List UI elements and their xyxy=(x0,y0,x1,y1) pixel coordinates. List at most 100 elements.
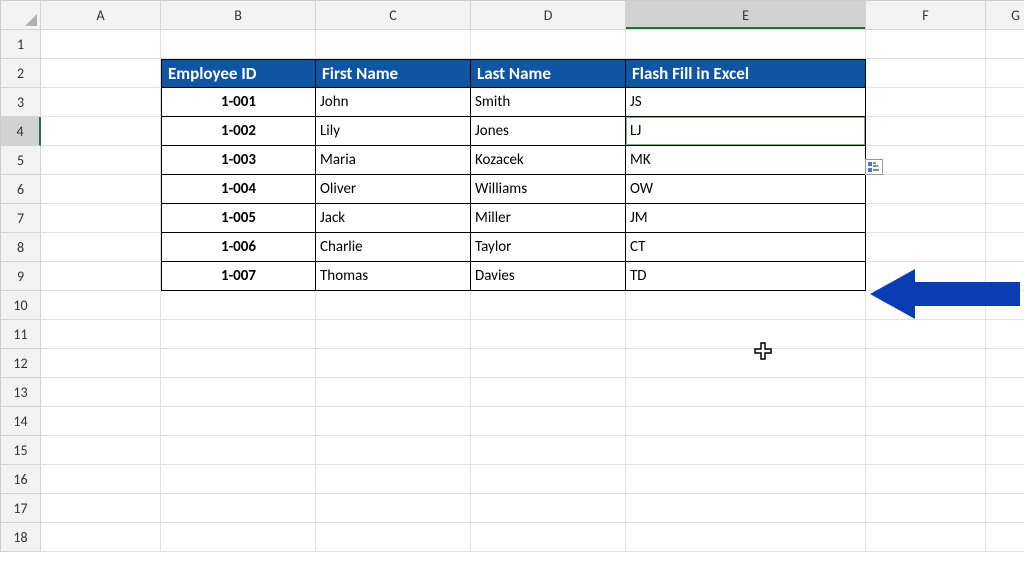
cell-d1[interactable] xyxy=(471,30,626,59)
cell-f3[interactable] xyxy=(866,88,986,117)
cell-a3[interactable] xyxy=(41,88,161,117)
cell-e10[interactable] xyxy=(626,291,866,320)
cell-g2[interactable] xyxy=(986,59,1024,88)
row-header-14[interactable]: 14 xyxy=(1,407,41,436)
cell-f15[interactable] xyxy=(866,436,986,465)
cell-e14[interactable] xyxy=(626,407,866,436)
cell-e13[interactable] xyxy=(626,378,866,407)
cell-a16[interactable] xyxy=(41,465,161,494)
row-header-15[interactable]: 15 xyxy=(1,436,41,465)
cell-e1[interactable] xyxy=(626,30,866,59)
col-header-a[interactable]: A xyxy=(41,1,161,30)
cell-b18[interactable] xyxy=(161,523,316,552)
cell-f2[interactable] xyxy=(866,59,986,88)
cell-e12[interactable] xyxy=(626,349,866,378)
cell-e15[interactable] xyxy=(626,436,866,465)
cell-c15[interactable] xyxy=(316,436,471,465)
cell-d14[interactable] xyxy=(471,407,626,436)
cell-g5[interactable] xyxy=(986,146,1024,175)
row-header-6[interactable]: 6 xyxy=(1,175,41,204)
cell-a10[interactable] xyxy=(41,291,161,320)
select-all-corner[interactable] xyxy=(1,1,41,30)
cell-e2[interactable]: Flash Fill in Excel xyxy=(626,59,866,88)
cell-c9[interactable]: Thomas xyxy=(316,262,471,291)
cell-d13[interactable] xyxy=(471,378,626,407)
cell-d10[interactable] xyxy=(471,291,626,320)
cell-d5[interactable]: Kozacek xyxy=(471,146,626,175)
cell-c13[interactable] xyxy=(316,378,471,407)
cell-c14[interactable] xyxy=(316,407,471,436)
cell-b7[interactable]: 1-005 xyxy=(161,204,316,233)
row-header-2[interactable]: 2 xyxy=(1,59,41,88)
cell-a18[interactable] xyxy=(41,523,161,552)
cell-e11[interactable] xyxy=(626,320,866,349)
cell-f1[interactable] xyxy=(866,30,986,59)
col-header-g[interactable]: G xyxy=(986,1,1024,30)
cell-d8[interactable]: Taylor xyxy=(471,233,626,262)
cell-c8[interactable]: Charlie xyxy=(316,233,471,262)
cell-g4[interactable] xyxy=(986,117,1024,146)
cell-g6[interactable] xyxy=(986,175,1024,204)
cell-c17[interactable] xyxy=(316,494,471,523)
cell-b5[interactable]: 1-003 xyxy=(161,146,316,175)
cell-b11[interactable] xyxy=(161,320,316,349)
cell-b12[interactable] xyxy=(161,349,316,378)
cell-g1[interactable] xyxy=(986,30,1024,59)
cell-e18[interactable] xyxy=(626,523,866,552)
cell-f4[interactable] xyxy=(866,117,986,146)
cell-c10[interactable] xyxy=(316,291,471,320)
cell-e4[interactable]: LJ xyxy=(626,117,866,146)
cell-b17[interactable] xyxy=(161,494,316,523)
cell-b16[interactable] xyxy=(161,465,316,494)
cell-d16[interactable] xyxy=(471,465,626,494)
cell-b15[interactable] xyxy=(161,436,316,465)
cell-a14[interactable] xyxy=(41,407,161,436)
cell-d11[interactable] xyxy=(471,320,626,349)
cell-g14[interactable] xyxy=(986,407,1024,436)
cell-f18[interactable] xyxy=(866,523,986,552)
cell-c5[interactable]: Maria xyxy=(316,146,471,175)
cell-b4[interactable]: 1-002 xyxy=(161,117,316,146)
cell-c2[interactable]: First Name xyxy=(316,59,471,88)
cell-a2[interactable] xyxy=(41,59,161,88)
cell-c16[interactable] xyxy=(316,465,471,494)
flash-fill-options-icon[interactable] xyxy=(865,159,883,175)
cell-c3[interactable]: John xyxy=(316,88,471,117)
cell-a9[interactable] xyxy=(41,262,161,291)
row-header-4[interactable]: 4 xyxy=(1,117,41,146)
cell-a13[interactable] xyxy=(41,378,161,407)
cell-f6[interactable] xyxy=(866,175,986,204)
cell-f5[interactable] xyxy=(866,146,986,175)
cell-a5[interactable] xyxy=(41,146,161,175)
cell-e6[interactable]: OW xyxy=(626,175,866,204)
cell-f13[interactable] xyxy=(866,378,986,407)
row-header-8[interactable]: 8 xyxy=(1,233,41,262)
cell-f17[interactable] xyxy=(866,494,986,523)
cell-c1[interactable] xyxy=(316,30,471,59)
cell-c6[interactable]: Oliver xyxy=(316,175,471,204)
cell-b8[interactable]: 1-006 xyxy=(161,233,316,262)
cell-a15[interactable] xyxy=(41,436,161,465)
cell-d18[interactable] xyxy=(471,523,626,552)
cell-c11[interactable] xyxy=(316,320,471,349)
cell-e5[interactable]: MK xyxy=(626,146,866,175)
row-header-3[interactable]: 3 xyxy=(1,88,41,117)
cell-g13[interactable] xyxy=(986,378,1024,407)
col-header-f[interactable]: F xyxy=(866,1,986,30)
col-header-e[interactable]: E xyxy=(626,1,866,30)
cell-a8[interactable] xyxy=(41,233,161,262)
cell-b9[interactable]: 1-007 xyxy=(161,262,316,291)
cell-d15[interactable] xyxy=(471,436,626,465)
cell-e17[interactable] xyxy=(626,494,866,523)
cell-g7[interactable] xyxy=(986,204,1024,233)
cell-a17[interactable] xyxy=(41,494,161,523)
cell-c12[interactable] xyxy=(316,349,471,378)
cell-g3[interactable] xyxy=(986,88,1024,117)
col-header-d[interactable]: D xyxy=(471,1,626,30)
row-header-18[interactable]: 18 xyxy=(1,523,41,552)
cell-a12[interactable] xyxy=(41,349,161,378)
cell-g8[interactable] xyxy=(986,233,1024,262)
cell-f7[interactable] xyxy=(866,204,986,233)
cell-f8[interactable] xyxy=(866,233,986,262)
cell-f12[interactable] xyxy=(866,349,986,378)
